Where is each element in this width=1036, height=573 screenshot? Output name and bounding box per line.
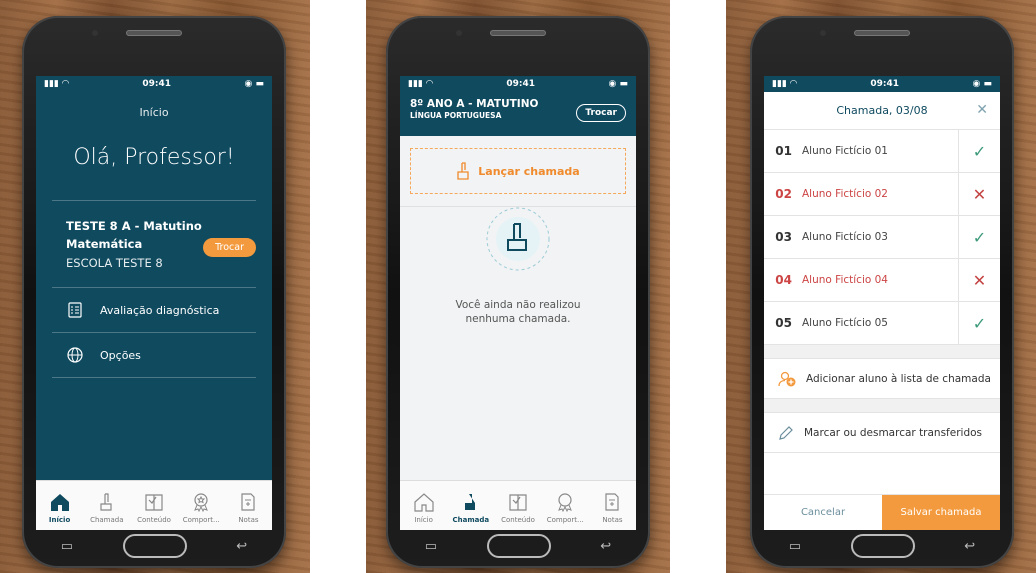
student-row[interactable]: 03 Aluno Fictício 03 ✓ (764, 216, 1000, 259)
signal-icon: ▮▮▮ ◠ (408, 79, 433, 89)
student-name: Aluno Fictício 05 (802, 317, 888, 329)
home-hardware-button[interactable] (122, 534, 187, 558)
cancel-button[interactable]: Cancelar (764, 495, 882, 530)
calculator-doc-icon (605, 493, 620, 511)
greeting: Olá, Professor! (73, 145, 235, 170)
attendance-list-screen: ▮▮▮ ◠ 09:41 ◉ ▬ Chamada, 03/08 ✕ 01 Alun… (764, 76, 1000, 530)
menu-item-diagnostic[interactable]: Avaliação diagnóstica (36, 288, 272, 332)
launch-attendance-button[interactable]: Lançar chamada (410, 148, 626, 194)
document-checklist-icon (66, 301, 84, 319)
empty-text-line-2: nenhuma chamada. (465, 313, 571, 325)
tab-notas[interactable]: Notas (589, 481, 636, 530)
tab-inicio[interactable]: Início (36, 481, 83, 530)
home-screen: ▮▮▮ ◠ 09:41 ◉ ▬ Início Olá, Professor! T… (36, 76, 272, 530)
clock: 09:41 (870, 79, 900, 89)
absent-x-icon[interactable]: ✕ (958, 173, 1000, 215)
present-check-icon[interactable]: ✓ (958, 216, 1000, 258)
status-bar: ▮▮▮ ◠ 09:41 ◉ ▬ (764, 76, 1000, 92)
home-icon (413, 493, 434, 512)
menu-item-label: Opções (100, 348, 141, 362)
home-hardware-button[interactable] (850, 534, 915, 558)
phone-home: ▮▮▮ ◠ 09:41 ◉ ▬ Início Olá, Professor! T… (22, 16, 286, 568)
calculator-doc-icon (241, 493, 256, 511)
student-name: Aluno Fictício 01 (802, 145, 888, 157)
page-title: Início (139, 106, 169, 119)
tab-chamada[interactable]: Chamada (447, 481, 494, 530)
raised-hand-icon (100, 493, 112, 511)
status-bar: ▮▮▮ ◠ 09:41 ◉ ▬ (36, 76, 272, 92)
tab-comportamento[interactable]: Comport... (542, 481, 589, 530)
raised-hand-icon (457, 162, 469, 180)
medal-icon (194, 493, 209, 512)
class-card: TESTE 8 A - Matutino Matemática ESCOLA T… (36, 201, 272, 287)
raised-hand-icon (464, 494, 475, 510)
tab-conteudo[interactable]: Conteúdo (130, 481, 177, 530)
tab-conteudo[interactable]: Conteúdo (494, 481, 541, 530)
menu-item-options[interactable]: Opções (36, 333, 272, 377)
tab-chamada[interactable]: Chamada (83, 481, 130, 530)
medal-icon (558, 493, 573, 512)
back-icon[interactable]: ↩ (236, 539, 247, 554)
tab-bar: Início Chamada Conteúdo Comport... Notas (36, 480, 272, 530)
pencil-icon (779, 425, 793, 440)
save-attendance-button[interactable]: Salvar chamada (882, 495, 1000, 530)
clock: 09:41 (506, 79, 536, 89)
tab-notas[interactable]: Notas (225, 481, 272, 530)
battery-icon: ◉ ▬ (972, 79, 992, 89)
home-hardware-button[interactable] (486, 534, 551, 558)
signal-icon: ▮▮▮ ◠ (772, 79, 797, 89)
modal-footer: Cancelar Salvar chamada (764, 494, 1000, 530)
recent-apps-icon[interactable]: ▭ (789, 539, 801, 554)
back-icon[interactable]: ↩ (600, 539, 611, 554)
add-student-button[interactable]: Adicionar aluno à lista de chamada (764, 359, 1000, 399)
present-check-icon[interactable]: ✓ (958, 130, 1000, 172)
student-name: Aluno Fictício 02 (802, 188, 888, 200)
signal-icon: ▮▮▮ ◠ (44, 79, 69, 89)
switch-class-button[interactable]: Trocar (203, 238, 256, 257)
book-icon (145, 494, 163, 511)
tab-comportamento[interactable]: Comport... (178, 481, 225, 530)
battery-icon: ◉ ▬ (608, 79, 628, 89)
mark-transferred-button[interactable]: Marcar ou desmarcar transferidos (764, 413, 1000, 453)
student-row[interactable]: 04 Aluno Fictício 04 ✕ (764, 259, 1000, 302)
present-check-icon[interactable]: ✓ (958, 302, 1000, 344)
back-icon[interactable]: ↩ (964, 539, 975, 554)
globe-icon (66, 346, 84, 364)
raised-hand-illustration-icon (486, 207, 550, 271)
home-icon (50, 494, 69, 511)
recent-apps-icon[interactable]: ▭ (61, 539, 73, 554)
phone-attendance-list: ▮▮▮ ◠ 09:41 ◉ ▬ Chamada, 03/08 ✕ 01 Alun… (750, 16, 1014, 568)
recent-apps-icon[interactable]: ▭ (425, 539, 437, 554)
status-bar: ▮▮▮ ◠ 09:41 ◉ ▬ (400, 76, 636, 92)
empty-state: Você ainda não realizou nenhuma chamada. (400, 204, 636, 326)
attendance-screen: ▮▮▮ ◠ 09:41 ◉ ▬ 8º ANO A - MATUTINO LÍNG… (400, 76, 636, 530)
student-name: Aluno Fictício 03 (802, 231, 888, 243)
tab-bar: Início Chamada Conteúdo Comport... Notas (400, 480, 636, 530)
switch-class-button[interactable]: Trocar (576, 104, 626, 122)
student-row[interactable]: 05 Aluno Fictício 05 ✓ (764, 302, 1000, 345)
menu-item-label: Avaliação diagnóstica (100, 303, 220, 317)
close-icon[interactable]: ✕ (976, 102, 988, 118)
book-icon (509, 494, 527, 511)
stage: ▮▮▮ ◠ 09:41 ◉ ▬ Início Olá, Professor! T… (0, 0, 1036, 573)
absent-x-icon[interactable]: ✕ (958, 259, 1000, 301)
modal-title: Chamada, 03/08 (836, 104, 928, 117)
battery-icon: ◉ ▬ (244, 79, 264, 89)
class-header: 8º ANO A - MATUTINO LÍNGUA PORTUGUESA Tr… (400, 92, 636, 136)
phone-attendance-empty: ▮▮▮ ◠ 09:41 ◉ ▬ 8º ANO A - MATUTINO LÍNG… (386, 16, 650, 568)
student-row[interactable]: 01 Aluno Fictício 01 ✓ (764, 130, 1000, 173)
clock: 09:41 (142, 79, 172, 89)
tab-inicio[interactable]: Início (400, 481, 447, 530)
add-user-icon (778, 371, 796, 386)
class-name: TESTE 8 A - Matutino (66, 219, 202, 233)
modal-header: Chamada, 03/08 ✕ (764, 92, 1000, 130)
student-name: Aluno Fictício 04 (802, 274, 888, 286)
empty-text-line-1: Você ainda não realizou (455, 299, 581, 311)
student-row[interactable]: 02 Aluno Fictício 02 ✕ (764, 173, 1000, 216)
